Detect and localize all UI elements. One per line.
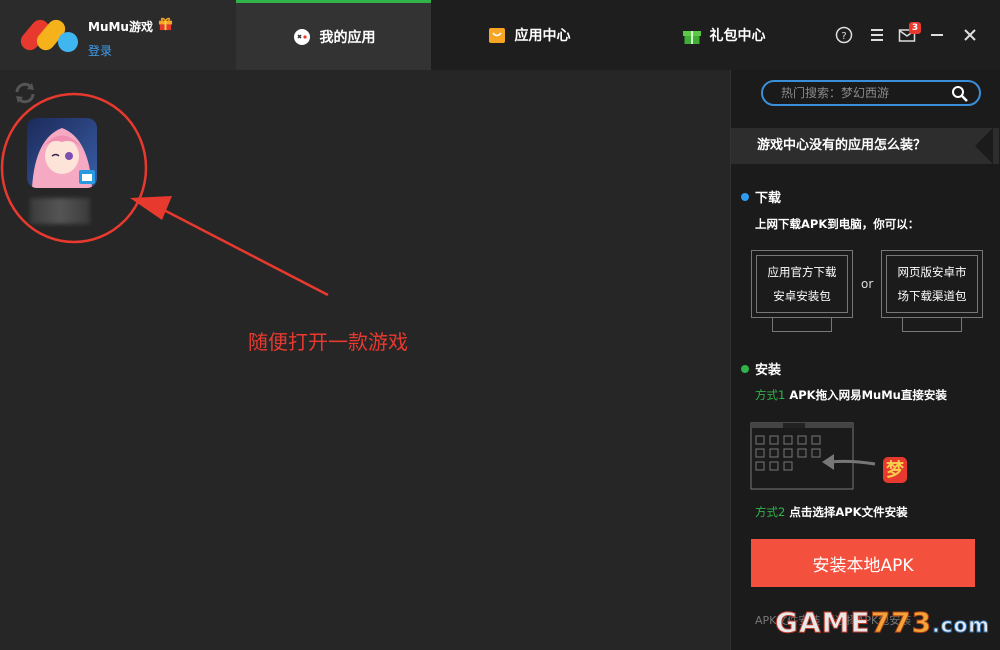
install-method2: 方式2 点击选择APK文件安装 xyxy=(755,504,908,520)
game-icon[interactable] xyxy=(27,118,97,188)
watermark-part2: 773 xyxy=(870,606,933,640)
install-method1: 方式1 APK拖入网易MuMu直接安装 xyxy=(755,387,947,403)
menu-icon[interactable] xyxy=(868,26,886,44)
annotation-text: 随便打开一款游戏 xyxy=(248,330,408,354)
option2-line2: 场下载渠道包 xyxy=(897,289,967,303)
svg-text:梦: 梦 xyxy=(886,459,905,481)
method1-text: APK拖入网易MuMu直接安装 xyxy=(785,388,947,402)
search-icon[interactable] xyxy=(951,85,969,103)
refresh-icon[interactable] xyxy=(12,80,38,106)
app-icon xyxy=(293,28,310,45)
my-apps-area: 随便打开一款游戏 xyxy=(0,70,730,650)
download-desc: 上网下载APK到电脑，你可以： xyxy=(755,217,920,231)
close-icon[interactable] xyxy=(961,26,979,44)
download-section-title: 下载 xyxy=(741,187,781,206)
method2-text: 点击选择APK文件安装 xyxy=(785,505,908,519)
tab-app-center[interactable]: 应用中心 xyxy=(431,0,626,70)
gift-icon[interactable] xyxy=(158,16,173,31)
login-link[interactable]: 登录 xyxy=(88,42,112,59)
option1-line1: 应用官方下载 xyxy=(767,265,837,279)
monitor-official-download: 应用官方下载 安卓安装包 xyxy=(751,250,853,318)
search-input[interactable] xyxy=(761,80,981,106)
install-section-title: 安装 xyxy=(741,359,781,378)
shopping-bag-icon xyxy=(488,28,505,43)
minimize-icon[interactable] xyxy=(928,26,946,44)
help-icon[interactable]: ? xyxy=(835,26,853,44)
gift-box-icon xyxy=(682,31,701,44)
install-title: 安装 xyxy=(755,363,782,378)
monitor-web-market: 网页版安卓市 场下载渠道包 xyxy=(881,250,983,318)
tab-gift-center[interactable]: 礼包中心 xyxy=(626,0,821,70)
annotation-arrow-shaft xyxy=(159,206,329,297)
mail-icon[interactable]: 3 xyxy=(898,22,921,44)
install-local-apk-button[interactable]: 安装本地APK xyxy=(751,539,975,587)
banner-notch xyxy=(975,128,993,164)
svg-text:?: ? xyxy=(841,31,846,42)
mumu-logo-icon xyxy=(16,14,80,58)
watermark: GAME773.com xyxy=(775,606,991,640)
or-label: or xyxy=(861,277,874,291)
game-name-blurred xyxy=(30,198,90,224)
tab-my-apps[interactable]: 我的应用 xyxy=(236,0,431,70)
watermark-part1: GAME xyxy=(775,606,871,640)
tab-label: 我的应用 xyxy=(319,29,376,46)
annotation-arrowhead xyxy=(130,196,172,220)
option2-line1: 网页版安卓市 xyxy=(897,265,967,279)
download-title: 下载 xyxy=(755,191,782,206)
method2-prefix: 方式2 xyxy=(755,505,786,519)
faq-banner: 游戏中心没有的应用怎么装？ xyxy=(731,128,999,164)
tab-label: 礼包中心 xyxy=(709,28,766,44)
annotation-overlay xyxy=(0,92,329,297)
logo-area: MuMu游戏 登录 xyxy=(0,0,236,70)
app-name: MuMu游戏 xyxy=(88,20,153,34)
drag-install-illustration: 梦 xyxy=(750,422,907,490)
watermark-part3: .com xyxy=(932,613,991,638)
top-bar: MuMu游戏 登录 我的应用 应用中心 礼包中心 ? 3 xyxy=(0,0,1000,70)
tab-label: 应用中心 xyxy=(514,28,571,44)
method1-prefix: 方式1 xyxy=(755,388,786,402)
option1-line2: 安卓安装包 xyxy=(773,289,831,303)
monitor-stand xyxy=(902,318,962,332)
monitor-stand xyxy=(772,318,832,332)
green-dot-icon xyxy=(741,364,749,373)
blue-dot-icon xyxy=(741,192,749,201)
mail-badge: 3 xyxy=(909,22,921,34)
